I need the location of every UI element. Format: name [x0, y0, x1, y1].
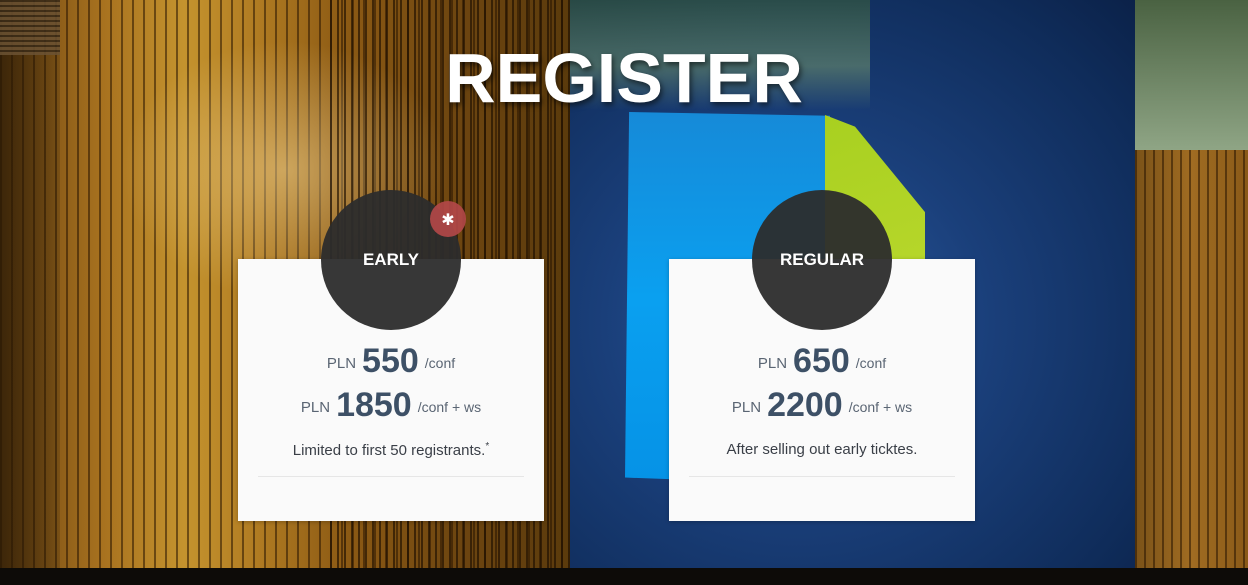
- price-unit: /conf + ws: [848, 399, 913, 415]
- card-divider: [258, 476, 524, 477]
- ticket-type-label: EARLY: [362, 250, 420, 269]
- currency-label: PLN: [731, 399, 762, 416]
- asterisk-glyph: ✱: [441, 209, 455, 229]
- price-amount: 550: [362, 342, 419, 380]
- currency-label: PLN: [757, 355, 788, 372]
- price-amount: 2200: [767, 386, 843, 424]
- background-floor: [0, 568, 1248, 585]
- price-amount: 650: [793, 342, 850, 380]
- price-conf-early: PLN 550/conf: [238, 339, 544, 383]
- register-section: REGISTER PLN 550/conf PLN 1850/conf + ws L…: [0, 0, 1248, 585]
- note-text: After selling out early ticktes.: [726, 441, 918, 458]
- note-text: Limited to first 50 registrants.: [292, 442, 486, 459]
- background-wood-panel-right: [1135, 150, 1248, 585]
- price-unit: /conf: [855, 355, 887, 371]
- ticket-note-early: Limited to first 50 registrants.*: [238, 441, 544, 459]
- ticket-badge-regular: REGULAR: [752, 190, 892, 330]
- note-footnote-mark: *: [485, 441, 490, 452]
- price-list-regular: PLN 650/conf PLN 2200/conf + ws: [669, 339, 975, 427]
- asterisk-icon: ✱: [430, 201, 466, 237]
- currency-label: PLN: [326, 355, 357, 372]
- price-unit: /conf: [424, 355, 456, 371]
- currency-label: PLN: [300, 399, 331, 416]
- card-divider: [689, 476, 955, 477]
- ticket-type-label: REGULAR: [779, 250, 865, 269]
- price-conf-regular: PLN 650/conf: [669, 339, 975, 383]
- ticket-note-regular: After selling out early ticktes.: [669, 441, 975, 458]
- price-amount: 1850: [336, 386, 412, 424]
- page-title: REGISTER: [445, 39, 803, 117]
- price-combo-early: PLN 1850/conf + ws: [238, 383, 544, 427]
- price-unit: /conf + ws: [417, 399, 482, 415]
- price-combo-regular: PLN 2200/conf + ws: [669, 383, 975, 427]
- price-list-early: PLN 550/conf PLN 1850/conf + ws: [238, 339, 544, 427]
